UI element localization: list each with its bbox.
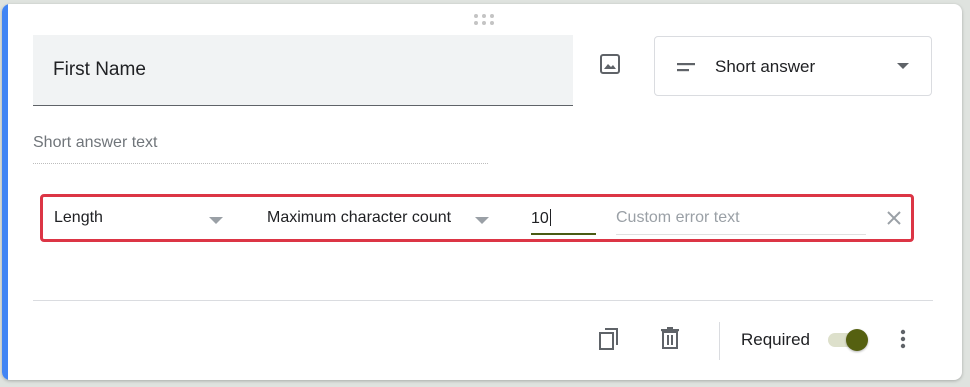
validation-type-caret-icon[interactable] [209,217,223,224]
copy-icon[interactable] [597,327,621,351]
question-type-label: Short answer [715,57,816,76]
question-title-text: First Name [53,59,146,80]
close-icon[interactable] [885,209,903,227]
footer-vertical-separator [719,322,720,360]
toggle-knob [846,329,868,351]
custom-error-text-input[interactable]: Custom error text [616,205,866,235]
trash-icon[interactable] [658,326,682,350]
validation-condition-select[interactable]: Maximum character count [267,209,451,227]
short-answer-preview: Short answer text [33,134,488,164]
response-validation-row: Length Maximum character count 10 Custom… [40,194,914,242]
question-card: First Name Short answer Short answer tex… [2,4,962,380]
required-toggle[interactable] [826,328,874,352]
validation-type-select[interactable]: Length [54,209,103,227]
image-icon [600,54,620,74]
validation-value-text: 10 [531,210,549,227]
drag-handle-icon[interactable] [474,14,496,26]
question-type-dropdown[interactable]: Short answer [654,36,932,96]
more-vert-icon[interactable] [891,327,915,351]
question-title-field[interactable]: First Name [33,35,573,106]
text-cursor [549,209,551,226]
active-accent-bar [2,4,8,380]
footer-divider [33,300,933,301]
short-text-icon [677,63,695,72]
add-image-button[interactable] [598,52,622,76]
arrow-drop-down-icon [897,63,909,69]
validation-value-input[interactable]: 10 [531,205,596,235]
required-label: Required [741,330,810,349]
validation-condition-caret-icon[interactable] [475,217,489,224]
